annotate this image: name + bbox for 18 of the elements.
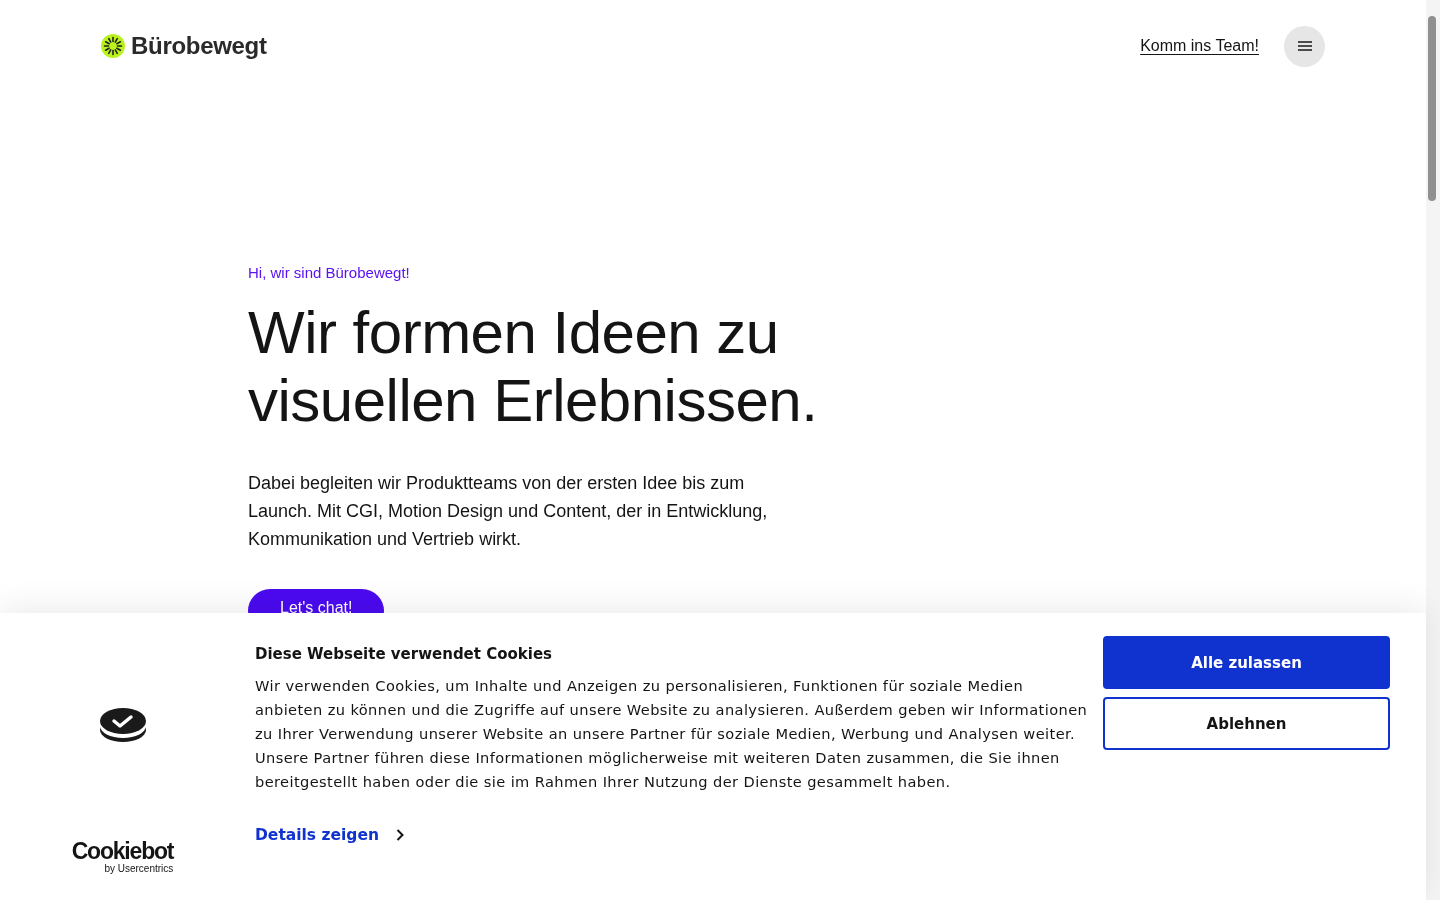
brand-name: Cookiebot bbox=[71, 839, 174, 863]
headline-line: Wir formen Ideen zu bbox=[248, 299, 779, 367]
intro-paragraph: Dabei begleiten wir Produktteams von der ersten Idee bis zum Launch. Mit CGI, Motion Design und Content, der in Entwicklung, Kommunikation und Vertrieb wirkt. bbox=[248, 472, 769, 551]
details-link[interactable]: Details zeigen bbox=[255, 826, 404, 844]
banner-text: Wir verwenden Cookies, um Inhalte und Anzeigen zu personalisieren, Funktionen für soziale Medien anbieten zu können und die Zugriffe auf unsere Website zu analysieren. Außerdem geben wir Informationen zu Ihrer Verwendung unserer Website an unsere Partner für soziale Medien, Werbung und Analysen weiter. Unsere Partner führen diese Informationen möglicherweise mit weiteren Daten zusammen, die Sie ihnen bereitgestellt haben oder die sie im Rahmen Ihrer Nutzung der Dienste gesammelt haben. bbox=[255, 676, 1089, 792]
join-team-link[interactable]: Komm ins Team! bbox=[1140, 37, 1259, 55]
cookie-check-icon bbox=[98, 707, 147, 743]
menu-button[interactable] bbox=[1284, 25, 1325, 67]
consent-button[interactable]: Alle zulassen bbox=[1103, 636, 1390, 689]
chevron-icon bbox=[396, 829, 404, 841]
menu-icon bbox=[1297, 41, 1312, 51]
headline-line: visuellen Erlebnissen. bbox=[248, 367, 818, 435]
eyebrow-text: Hi, wir sind Bürobewegt! bbox=[248, 264, 411, 281]
logo-text[interactable]: Bürobewegt bbox=[131, 32, 267, 60]
banner-title: Diese Webseite verwendet Cookies bbox=[255, 645, 554, 663]
logo-icon bbox=[101, 34, 125, 58]
consent-button[interactable]: Ablehnen bbox=[1103, 697, 1390, 750]
brand-subtitle: by Usercentrics bbox=[104, 863, 174, 875]
